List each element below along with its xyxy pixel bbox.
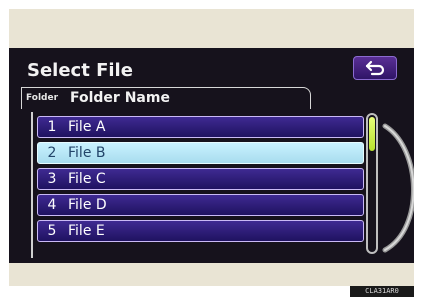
back-button[interactable] bbox=[353, 56, 397, 80]
display-screen: Select File Folder Folder Name 1 File A … bbox=[9, 48, 414, 263]
folder-caption: Folder bbox=[26, 93, 59, 103]
file-label: File A bbox=[68, 119, 106, 135]
file-number: 1 bbox=[47, 119, 57, 135]
folder-name: Folder Name bbox=[70, 90, 170, 106]
file-item-3[interactable]: 3 File C bbox=[37, 168, 364, 190]
scrollbar[interactable] bbox=[366, 113, 378, 254]
file-number: 5 bbox=[47, 223, 57, 239]
file-label: File C bbox=[68, 171, 106, 187]
file-item-1[interactable]: 1 File A bbox=[37, 116, 364, 138]
scroll-thumb[interactable] bbox=[369, 117, 375, 151]
file-number: 2 bbox=[47, 145, 57, 161]
page-title: Select File bbox=[27, 60, 133, 81]
file-item-2[interactable]: 2 File B bbox=[37, 142, 364, 164]
file-item-5[interactable]: 5 File E bbox=[37, 220, 364, 242]
folder-tab: Folder Folder Name bbox=[21, 87, 311, 109]
image-code-label: CLA31AR0 bbox=[350, 286, 414, 297]
file-item-4[interactable]: 4 File D bbox=[37, 194, 364, 216]
file-list: 1 File A 2 File B 3 File C 4 File D 5 Fi… bbox=[31, 112, 365, 258]
file-label: File D bbox=[68, 197, 107, 213]
file-number: 4 bbox=[47, 197, 57, 213]
return-arrow-icon bbox=[365, 60, 385, 76]
tune-knob-arc-icon bbox=[382, 123, 414, 253]
file-label: File E bbox=[68, 223, 105, 239]
file-label: File B bbox=[68, 145, 106, 161]
file-number: 3 bbox=[47, 171, 57, 187]
